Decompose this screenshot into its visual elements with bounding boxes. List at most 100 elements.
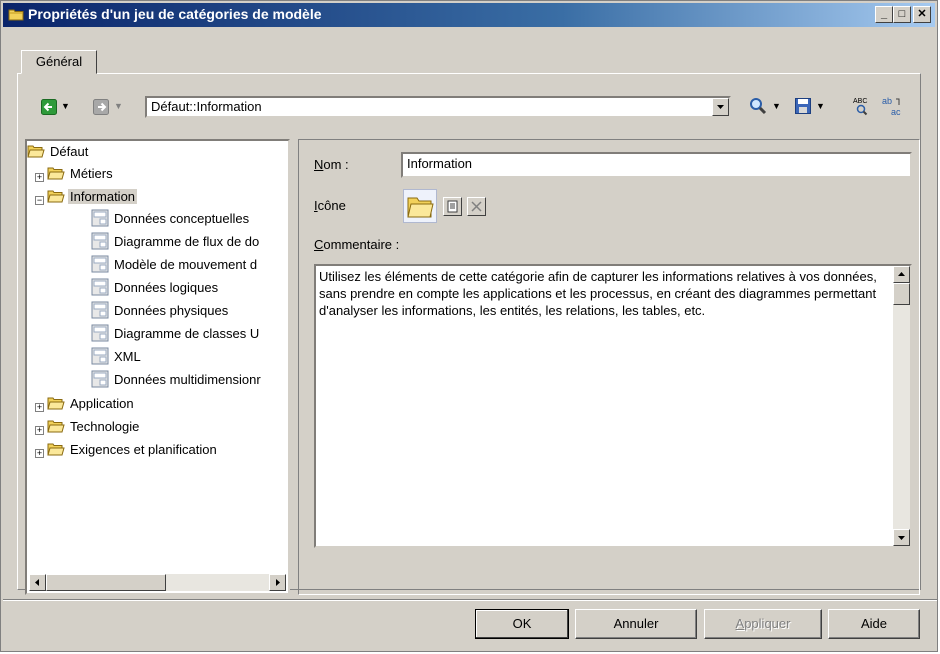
select-icon-button[interactable] xyxy=(443,197,462,216)
save-icon[interactable] xyxy=(795,98,811,114)
expand-icon[interactable]: + xyxy=(35,449,44,458)
tree-item-label: Diagramme de flux de do xyxy=(114,234,260,249)
tree-item-diagramme-flux[interactable]: Diagramme de flux de do xyxy=(91,232,261,254)
tree-item-exigences[interactable]: Exigences et planification xyxy=(47,440,219,462)
collapse-icon[interactable]: − xyxy=(35,196,44,205)
back-icon[interactable] xyxy=(41,99,57,115)
model-icon xyxy=(91,278,109,296)
tree-item-label: Données multidimensionr xyxy=(114,372,261,387)
model-icon xyxy=(91,301,109,319)
comment-label: Commentaire : xyxy=(314,237,400,252)
scroll-thumb[interactable] xyxy=(893,283,910,305)
model-icon xyxy=(91,370,109,388)
tree-horizontal-scrollbar[interactable] xyxy=(29,574,286,591)
tree-item-label: Données logiques xyxy=(114,280,219,295)
expand-icon[interactable]: + xyxy=(35,426,44,435)
arrow-down-icon xyxy=(898,536,905,540)
delete-icon xyxy=(471,201,482,212)
folder-icon xyxy=(47,397,65,410)
help-button[interactable]: Aide xyxy=(828,609,920,639)
icon-label: Icône xyxy=(314,198,346,213)
properties-dialog: Propriétés d'un jeu de catégories de mod… xyxy=(0,0,938,652)
clear-icon-button[interactable] xyxy=(467,197,486,216)
comment-text: Utilisez les éléments de cette catégorie… xyxy=(319,269,877,318)
tree-item-label: Modèle de mouvement d xyxy=(114,257,258,272)
properties-icon xyxy=(447,200,458,213)
scroll-down-button[interactable] xyxy=(893,529,910,546)
find-icon[interactable] xyxy=(749,97,767,115)
name-label: Nom : xyxy=(314,157,349,172)
arrow-up-icon xyxy=(898,272,905,276)
apply-button[interactable]: Appliquer xyxy=(704,609,822,639)
scroll-right-button[interactable] xyxy=(269,574,286,591)
scroll-left-button[interactable] xyxy=(29,574,46,591)
save-dropdown-icon[interactable]: ▼ xyxy=(816,101,825,111)
button-separator xyxy=(3,599,937,601)
tree-item-application[interactable]: Application xyxy=(47,394,136,416)
arrow-right-icon xyxy=(276,579,280,586)
folder-open-icon xyxy=(47,190,65,203)
tree-item-donnees-conceptuelles[interactable]: Données conceptuelles xyxy=(91,209,251,231)
tree-item-xml[interactable]: XML xyxy=(91,347,143,369)
expand-icon[interactable]: + xyxy=(35,173,44,182)
category-tree[interactable]: Défaut + Métiers − Information Données c… xyxy=(25,139,290,595)
comment-textarea[interactable]: Utilisez les éléments de cette catégorie… xyxy=(314,264,912,548)
tree-item-label: Application xyxy=(70,396,134,411)
expand-icon[interactable]: + xyxy=(35,403,44,412)
folder-app-icon xyxy=(8,9,24,21)
tree-item-label: Technologie xyxy=(70,419,140,434)
path-value: Défaut::Information xyxy=(151,99,262,114)
tree-item-donnees-physiques[interactable]: Données physiques xyxy=(91,301,230,323)
replace-icon[interactable]: ab ac xyxy=(881,96,903,118)
tree-item-label: Métiers xyxy=(70,166,113,181)
tree-item-label: XML xyxy=(114,349,141,364)
model-icon xyxy=(91,324,109,342)
forward-dropdown-icon: ▼ xyxy=(114,101,123,111)
model-icon xyxy=(91,232,109,250)
tree-item-label: Diagramme de classes U xyxy=(114,326,260,341)
folder-open-icon xyxy=(27,145,45,158)
find-dropdown-icon[interactable]: ▼ xyxy=(772,101,781,111)
maximize-button[interactable]: □ xyxy=(893,6,911,23)
title-bar[interactable]: Propriétés d'un jeu de catégories de mod… xyxy=(3,3,935,27)
path-combobox[interactable]: Défaut::Information xyxy=(145,96,731,118)
svg-text:ac: ac xyxy=(891,107,901,117)
model-icon xyxy=(91,209,109,227)
spell-check-icon[interactable]: ABC xyxy=(851,96,873,116)
svg-text:ABC: ABC xyxy=(853,98,867,105)
combo-dropdown-button[interactable] xyxy=(712,98,729,116)
folder-icon xyxy=(47,420,65,433)
tree-item-label: Information xyxy=(68,189,138,204)
name-field[interactable]: Information xyxy=(401,152,912,178)
comment-vertical-scrollbar[interactable] xyxy=(893,266,910,546)
tree-item-diagramme-classes[interactable]: Diagramme de classes U xyxy=(91,324,261,346)
category-folder-icon xyxy=(403,189,437,223)
folder-icon xyxy=(47,443,65,456)
tree-root-label: Défaut xyxy=(50,144,89,159)
tree-item-metiers[interactable]: Métiers xyxy=(47,164,115,186)
tab-general-label: Général xyxy=(35,54,83,69)
svg-text:ab: ab xyxy=(882,96,892,106)
back-dropdown-icon[interactable]: ▼ xyxy=(61,101,70,111)
tree-item-label: Exigences et planification xyxy=(70,442,217,457)
arrow-left-icon xyxy=(35,579,39,586)
forward-icon[interactable] xyxy=(93,99,109,115)
tree-item-technologie[interactable]: Technologie xyxy=(47,417,141,439)
chevron-down-icon xyxy=(717,105,724,109)
tree-root[interactable]: Défaut xyxy=(27,142,90,164)
model-icon xyxy=(91,347,109,365)
scroll-up-button[interactable] xyxy=(893,266,910,283)
cancel-button[interactable]: Annuler xyxy=(575,609,697,639)
tab-general[interactable]: Général xyxy=(21,50,97,74)
scroll-thumb[interactable] xyxy=(46,574,166,591)
tree-item-information[interactable]: Information xyxy=(47,187,138,209)
tree-item-label: Données conceptuelles xyxy=(114,211,250,226)
close-button[interactable]: ✕ xyxy=(913,6,931,23)
tree-item-donnees-logiques[interactable]: Données logiques xyxy=(91,278,220,300)
tree-item-donnees-multidimensionnelles[interactable]: Données multidimensionr xyxy=(91,370,263,392)
ok-button[interactable]: OK xyxy=(475,609,569,639)
minimize-button[interactable]: _ xyxy=(875,6,893,23)
tree-item-label: Données physiques xyxy=(114,303,229,318)
tree-item-modele-mouvement[interactable]: Modèle de mouvement d xyxy=(91,255,259,277)
window-title: Propriétés d'un jeu de catégories de mod… xyxy=(28,6,322,22)
